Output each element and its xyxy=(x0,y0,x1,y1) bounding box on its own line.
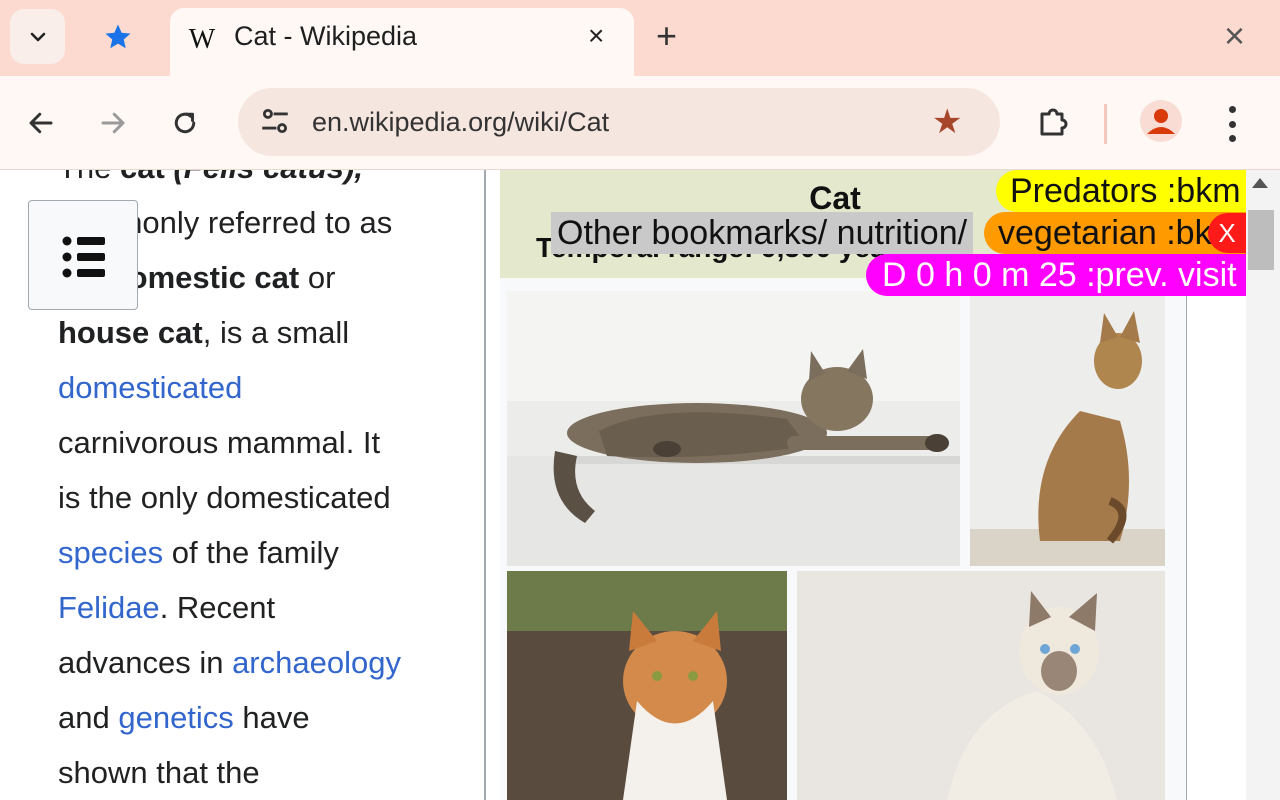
article-line: species of the family xyxy=(58,535,339,570)
reload-button[interactable] xyxy=(162,100,208,146)
browser-menu-button[interactable] xyxy=(1214,102,1250,146)
bookmark-folder-label[interactable]: Other bookmarks/ nutrition/ xyxy=(551,212,974,254)
tab-search-button[interactable] xyxy=(10,9,65,64)
abyssinian-cat-photo[interactable] xyxy=(970,291,1165,566)
article-line: The cat (Felis catus), xyxy=(58,170,458,195)
address-bar[interactable]: en.wikipedia.org/wiki/Cat ★ xyxy=(238,88,1000,156)
wikipedia-favicon-icon: W xyxy=(188,24,216,55)
link-felidae[interactable]: Felidae xyxy=(58,590,160,625)
extensions-puzzle-icon[interactable] xyxy=(1030,100,1076,146)
table-of-contents-button[interactable] xyxy=(28,200,138,310)
toolbar-separator xyxy=(1104,104,1107,144)
active-tab[interactable]: W Cat - Wikipedia × xyxy=(170,8,634,76)
scroll-up-arrow-icon[interactable] xyxy=(1252,178,1268,188)
menu-dot xyxy=(1228,106,1236,113)
tab-strip: W Cat - Wikipedia × + × xyxy=(0,0,1280,76)
star-icon xyxy=(105,24,131,49)
article-line: and genetics have xyxy=(58,700,310,735)
list-icon xyxy=(62,236,105,278)
url-text[interactable]: en.wikipedia.org/wiki/Cat xyxy=(312,105,609,139)
article-line: is the only domesticated xyxy=(58,480,391,515)
vegetarian-bookmark-badge[interactable]: vegetarian :bk xyxy=(984,212,1246,254)
article-line: carnivorous mammal. It xyxy=(58,425,381,460)
siamese-cat-photo[interactable] xyxy=(797,571,1165,800)
profile-avatar[interactable] xyxy=(1140,100,1182,142)
scrollbar-thumb[interactable] xyxy=(1248,210,1274,270)
window-close-button[interactable]: × xyxy=(1224,14,1245,58)
predators-bookmark-badge[interactable]: Predators :bkm xyxy=(996,170,1246,212)
site-info-icon[interactable] xyxy=(258,104,292,138)
article-line: Felidae. Recent xyxy=(58,590,276,625)
link-archaeology[interactable]: archaeology xyxy=(232,645,401,680)
previous-visit-badge[interactable]: D 0 h 0 m 25 :prev. visit xyxy=(866,254,1246,296)
orange-white-cat-photo[interactable] xyxy=(507,571,787,800)
article-line: advances in archaeology xyxy=(58,645,401,680)
back-arrow-icon xyxy=(29,112,53,134)
link-genetics[interactable]: genetics xyxy=(118,700,233,735)
link-species[interactable]: species xyxy=(58,535,163,570)
bookmarks-star-button[interactable] xyxy=(92,11,144,63)
overlay-close-button[interactable]: X xyxy=(1208,213,1246,253)
person-icon xyxy=(1147,109,1175,134)
tab-title: Cat - Wikipedia xyxy=(234,21,418,51)
menu-dot xyxy=(1228,120,1236,128)
article-line: house cat, is a small xyxy=(58,315,350,350)
back-button[interactable] xyxy=(18,100,64,146)
content-divider xyxy=(484,170,486,800)
menu-dot xyxy=(1228,135,1236,142)
reload-icon xyxy=(174,112,196,134)
chevron-down-icon xyxy=(30,32,45,41)
browser-toolbar: en.wikipedia.org/wiki/Cat ★ xyxy=(0,76,1280,170)
forward-arrow-icon xyxy=(101,112,125,134)
bookmark-page-button[interactable]: ★ xyxy=(932,102,962,142)
tabby-cat-photo[interactable] xyxy=(507,291,960,566)
article-line: domesticated xyxy=(58,360,458,415)
tab-close-button[interactable]: × xyxy=(588,20,604,52)
article-line: shown that the xyxy=(58,755,260,790)
link-domesticated[interactable]: domesticated xyxy=(58,370,242,405)
forward-button[interactable] xyxy=(90,100,136,146)
new-tab-button[interactable]: + xyxy=(656,14,677,58)
